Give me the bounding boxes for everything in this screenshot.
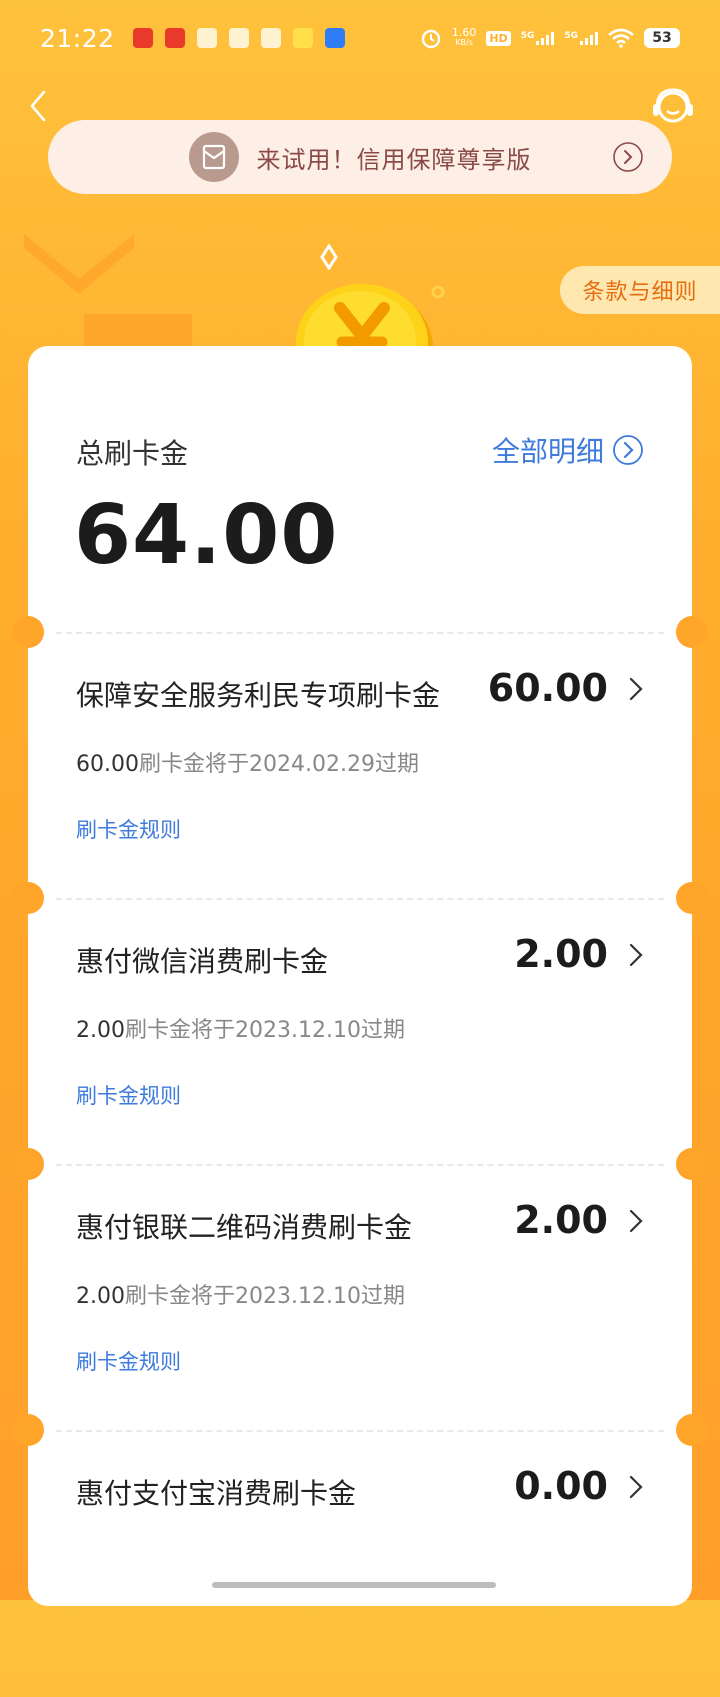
notification-app-icon [292,28,313,48]
signal-bars-icon [580,31,598,45]
item-title: 惠付微信消费刷卡金 [76,945,329,978]
sim1-label: 5G [520,31,535,41]
terms-and-conditions-button[interactable]: 条款与细则 [560,266,720,314]
item-title: 保障安全服务利民专项刷卡金 [76,679,441,712]
item-expire-text: 刷卡金将于2024.02.29过期 [138,752,419,777]
rebate-rules-link[interactable]: 刷卡金规则 [76,1346,181,1376]
chevron-right-icon [629,943,643,967]
promo-banner[interactable]: 来试用！信用保障尊享版 [48,120,672,194]
item-expire-note: 2.00刷卡金将于2023.12.10过期 [76,1012,405,1044]
decorative-chevron-shape [24,234,134,294]
chevron-right-icon [629,677,643,701]
notification-app-icon [260,28,281,48]
item-expire-amount: 2.00 [76,1284,125,1309]
home-indicator[interactable] [212,1582,496,1588]
net-speed-unit: KB/s [455,38,473,47]
alarm-icon [421,29,441,49]
sim2-label: 5G [564,31,578,41]
total-amount: 64.00 [74,488,339,583]
rebate-item[interactable]: 惠付支付宝消费刷卡金 0.00 [28,1432,692,1697]
battery-indicator: 53 [644,28,680,48]
status-bar: 21:22 1.60 KB/s HD 5G 5G 53 [0,0,720,76]
chevron-right-icon [629,1475,643,1499]
notification-app-icon [164,28,185,48]
item-amount: 2.00 [514,932,608,976]
item-expire-text: 刷卡金将于2023.12.10过期 [124,1018,405,1043]
back-arrow-icon[interactable] [24,86,54,126]
decorative-sparkle [320,244,338,270]
wifi-icon [608,28,634,48]
net-speed-value: 1.60 [451,26,477,39]
promo-text: 来试用！信用保障尊享版 [256,145,532,174]
notification-app-icon [196,28,217,48]
chevron-right-circle-icon [613,142,643,172]
rebate-rules-link[interactable]: 刷卡金规则 [76,814,181,844]
item-title: 惠付支付宝消费刷卡金 [76,1477,357,1510]
all-details-label: 全部明细 [491,435,604,468]
chevron-right-icon [629,1209,643,1233]
hd-icon: HD [486,30,511,46]
item-expire-note: 60.00刷卡金将于2024.02.29过期 [76,746,419,778]
rebate-card: 总刷卡金 全部明细 64.00 保障安全服务利民专项刷卡金 60.00 60.0… [12,346,708,1606]
item-title: 惠付银联二维码消费刷卡金 [76,1211,413,1244]
item-expire-text: 刷卡金将于2023.12.10过期 [124,1284,405,1309]
item-expire-amount: 60.00 [76,752,139,777]
item-expire-note: 2.00刷卡金将于2023.12.10过期 [76,1278,405,1310]
signal-sim1: 5G [521,31,555,45]
item-amount: 0.00 [514,1464,608,1508]
item-amount: 60.00 [487,666,608,710]
envelope-icon [188,132,239,182]
customer-service-icon[interactable] [650,84,696,130]
notification-app-icon [132,28,153,48]
net-speed: 1.60 KB/s [451,26,477,48]
rebate-item[interactable]: 保障安全服务利民专项刷卡金 60.00 60.00刷卡金将于2024.02.29… [28,634,692,899]
rebate-rules-link[interactable]: 刷卡金规则 [76,1080,181,1110]
chevron-right-circle-icon [613,435,643,465]
total-label: 总刷卡金 [76,437,189,470]
signal-bars-icon [536,31,555,45]
notification-app-icon [228,28,249,48]
status-right: 1.60 KB/s HD 5G 5G 53 [420,27,680,49]
rebate-item[interactable]: 惠付银联二维码消费刷卡金 2.00 2.00刷卡金将于2023.12.10过期 … [28,1166,692,1431]
item-amount: 2.00 [514,1198,608,1242]
signal-sim2: 5G [564,31,598,45]
rebate-item[interactable]: 惠付微信消费刷卡金 2.00 2.00刷卡金将于2023.12.10过期 刷卡金… [28,900,692,1165]
notification-app-icon [324,28,345,48]
item-expire-amount: 2.00 [76,1018,125,1043]
all-details-link[interactable]: 全部明细 [492,430,644,470]
status-time: 21:22 [40,23,115,53]
status-left: 21:22 [40,24,345,53]
